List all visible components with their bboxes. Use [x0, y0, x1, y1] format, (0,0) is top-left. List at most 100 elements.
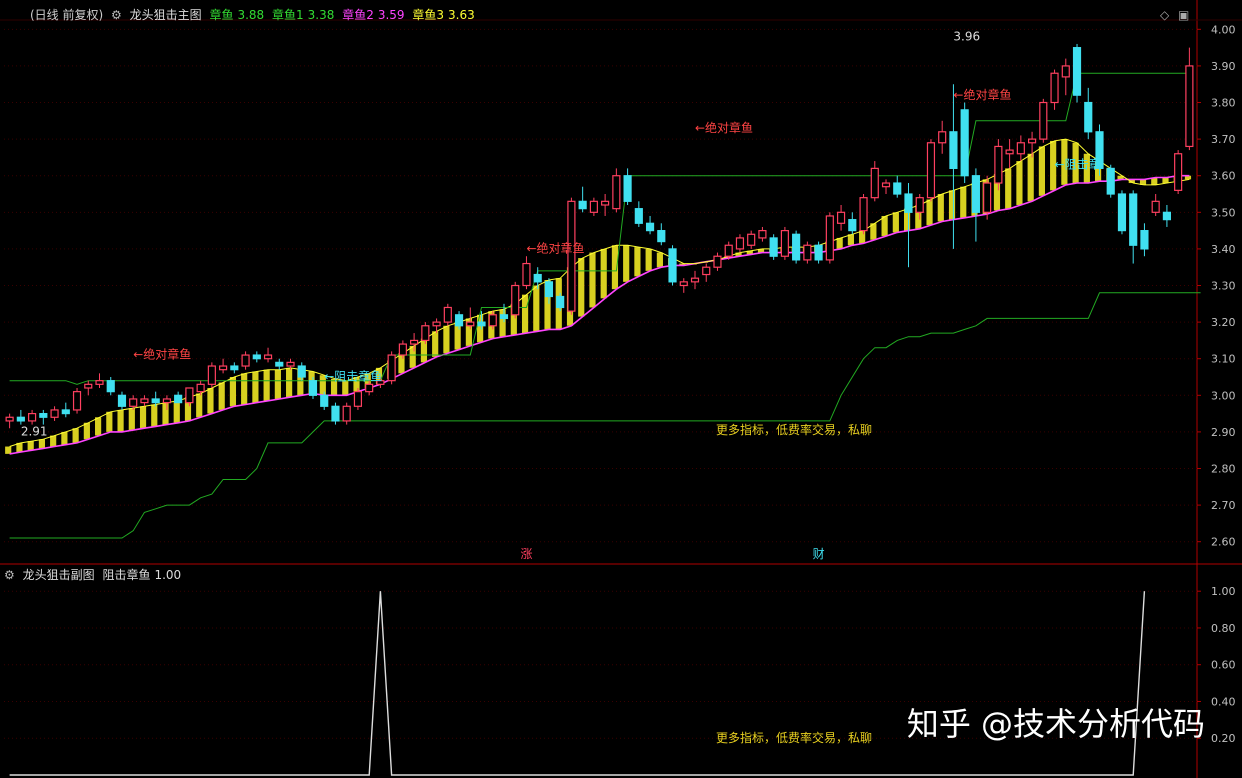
band-stripe: [1162, 177, 1169, 184]
chart-annotation: ←阻击章鱼: [324, 369, 382, 384]
indicator-gear-icon[interactable]: ⚙: [111, 8, 122, 22]
diamond-icon[interactable]: ◇: [1160, 8, 1169, 22]
candle-up: [803, 244, 812, 261]
candle-up: [702, 266, 711, 276]
band-stripe: [61, 431, 68, 445]
main-indicator-header: (日线 前复权) ⚙ 龙头狙击主图 章鱼 3.88 章鱼1 3.38 章鱼2 3.59…: [30, 5, 479, 25]
band-stripe: [263, 369, 270, 401]
candle-up: [1005, 149, 1014, 155]
chart-annotation: ←阻击章: [1055, 156, 1101, 171]
kline-chart[interactable]: 4.00 3.90 3.80 3.70 3.60 3.50 3.40 3.30 3.20 3.10…: [0, 0, 1242, 778]
y-tick-label: 2.60: [1211, 536, 1236, 549]
candle-up: [443, 306, 452, 323]
candle-up: [994, 145, 1003, 184]
band-stripe: [533, 285, 540, 332]
promo-text-main: 更多指标，低费率交易，私聊: [716, 422, 872, 437]
window-restore-icon[interactable]: ▣: [1178, 8, 1189, 22]
candle-up: [162, 398, 172, 404]
candle-up: [567, 200, 576, 312]
candle-up: [747, 233, 756, 246]
candle-down: [1106, 167, 1115, 195]
band-stripe: [252, 371, 259, 403]
candle-down: [792, 233, 801, 261]
candle-down: [1117, 193, 1127, 232]
sub-y-tick-label: 0.20: [1211, 732, 1236, 745]
candle-up: [421, 325, 430, 342]
y-tick-label: 4.00: [1211, 23, 1236, 36]
sub-indicator-name: 龙头狙击副图: [22, 568, 95, 582]
chart-annotation: ←绝对章鱼: [953, 87, 1011, 102]
chart-annotation: ←绝对章鱼: [695, 120, 753, 135]
candle-up: [1174, 153, 1183, 191]
candle-up: [5, 416, 14, 422]
candle-up: [50, 409, 59, 418]
candle-down: [533, 273, 542, 283]
candle-up: [207, 365, 216, 385]
candle-down: [320, 394, 329, 407]
band-stripe: [499, 309, 506, 337]
band-stripe: [1016, 161, 1023, 205]
candle-up: [938, 131, 947, 144]
candle-up: [84, 383, 93, 389]
band-stripe: [38, 439, 46, 449]
candle-up: [690, 277, 700, 283]
candle-down: [1084, 101, 1093, 133]
candle-down: [1162, 211, 1171, 221]
candle-up: [432, 321, 441, 327]
candle-up: [859, 197, 868, 232]
candle-down: [454, 314, 464, 327]
band-stripe: [207, 387, 214, 414]
band-stripe: [72, 428, 79, 443]
y-tick-label: 3.50: [1211, 206, 1236, 219]
sub-y-tick-label: 1.00: [1211, 585, 1236, 598]
sub-y-tick-label: 0.80: [1211, 622, 1236, 635]
candle-up: [398, 343, 407, 356]
band-stripe: [443, 325, 450, 354]
candle-up: [219, 365, 228, 371]
candle-up: [825, 215, 834, 261]
candle-up: [915, 197, 924, 213]
watermark-text: 知乎 @技术分析代码: [907, 705, 1205, 743]
candle-up: [926, 142, 936, 199]
band-stripe: [106, 411, 113, 432]
y-tick-label: 3.30: [1211, 280, 1236, 293]
promo-text-sub: 更多指标，低费率交易，私聊: [716, 730, 872, 745]
candle-up: [589, 200, 598, 213]
legend-zhangyu2-label: 章鱼2: [342, 8, 374, 22]
candle-up: [342, 405, 351, 422]
candle-down: [814, 244, 823, 261]
candle-up: [836, 211, 846, 224]
candle-up: [365, 383, 374, 393]
band-stripe: [151, 404, 158, 427]
band-stripe: [432, 331, 439, 357]
band-stripe: [286, 367, 293, 398]
candle-down: [668, 248, 677, 283]
candle-down: [297, 365, 306, 378]
candle-down: [117, 394, 127, 407]
candle-up: [241, 354, 250, 367]
candle-up: [612, 175, 621, 210]
sub-y-tick-label: 0.60: [1211, 659, 1236, 672]
band-stripe: [623, 245, 630, 282]
candle-down: [61, 409, 70, 415]
y-tick-label: 3.10: [1211, 353, 1236, 366]
band-stripe: [5, 446, 12, 454]
legend-zhangyu-label: 章鱼: [209, 8, 234, 22]
band-stripe: [229, 377, 237, 407]
candle-up: [263, 354, 273, 360]
candle-down: [477, 321, 486, 327]
sub-gear-icon[interactable]: ⚙: [4, 568, 15, 582]
candle-up: [601, 200, 610, 206]
candle-down: [769, 237, 778, 257]
candle-up: [724, 244, 733, 257]
band-stripe: [1005, 168, 1012, 209]
candle-down: [331, 405, 340, 422]
candle-up: [983, 182, 992, 213]
y-tick-label: 2.70: [1211, 499, 1236, 512]
candle-up: [1151, 200, 1160, 213]
band-stripe: [95, 417, 102, 436]
candle-up: [758, 230, 767, 239]
band-stripe: [420, 338, 428, 363]
candle-down: [949, 131, 958, 169]
band-stripe: [948, 190, 956, 220]
